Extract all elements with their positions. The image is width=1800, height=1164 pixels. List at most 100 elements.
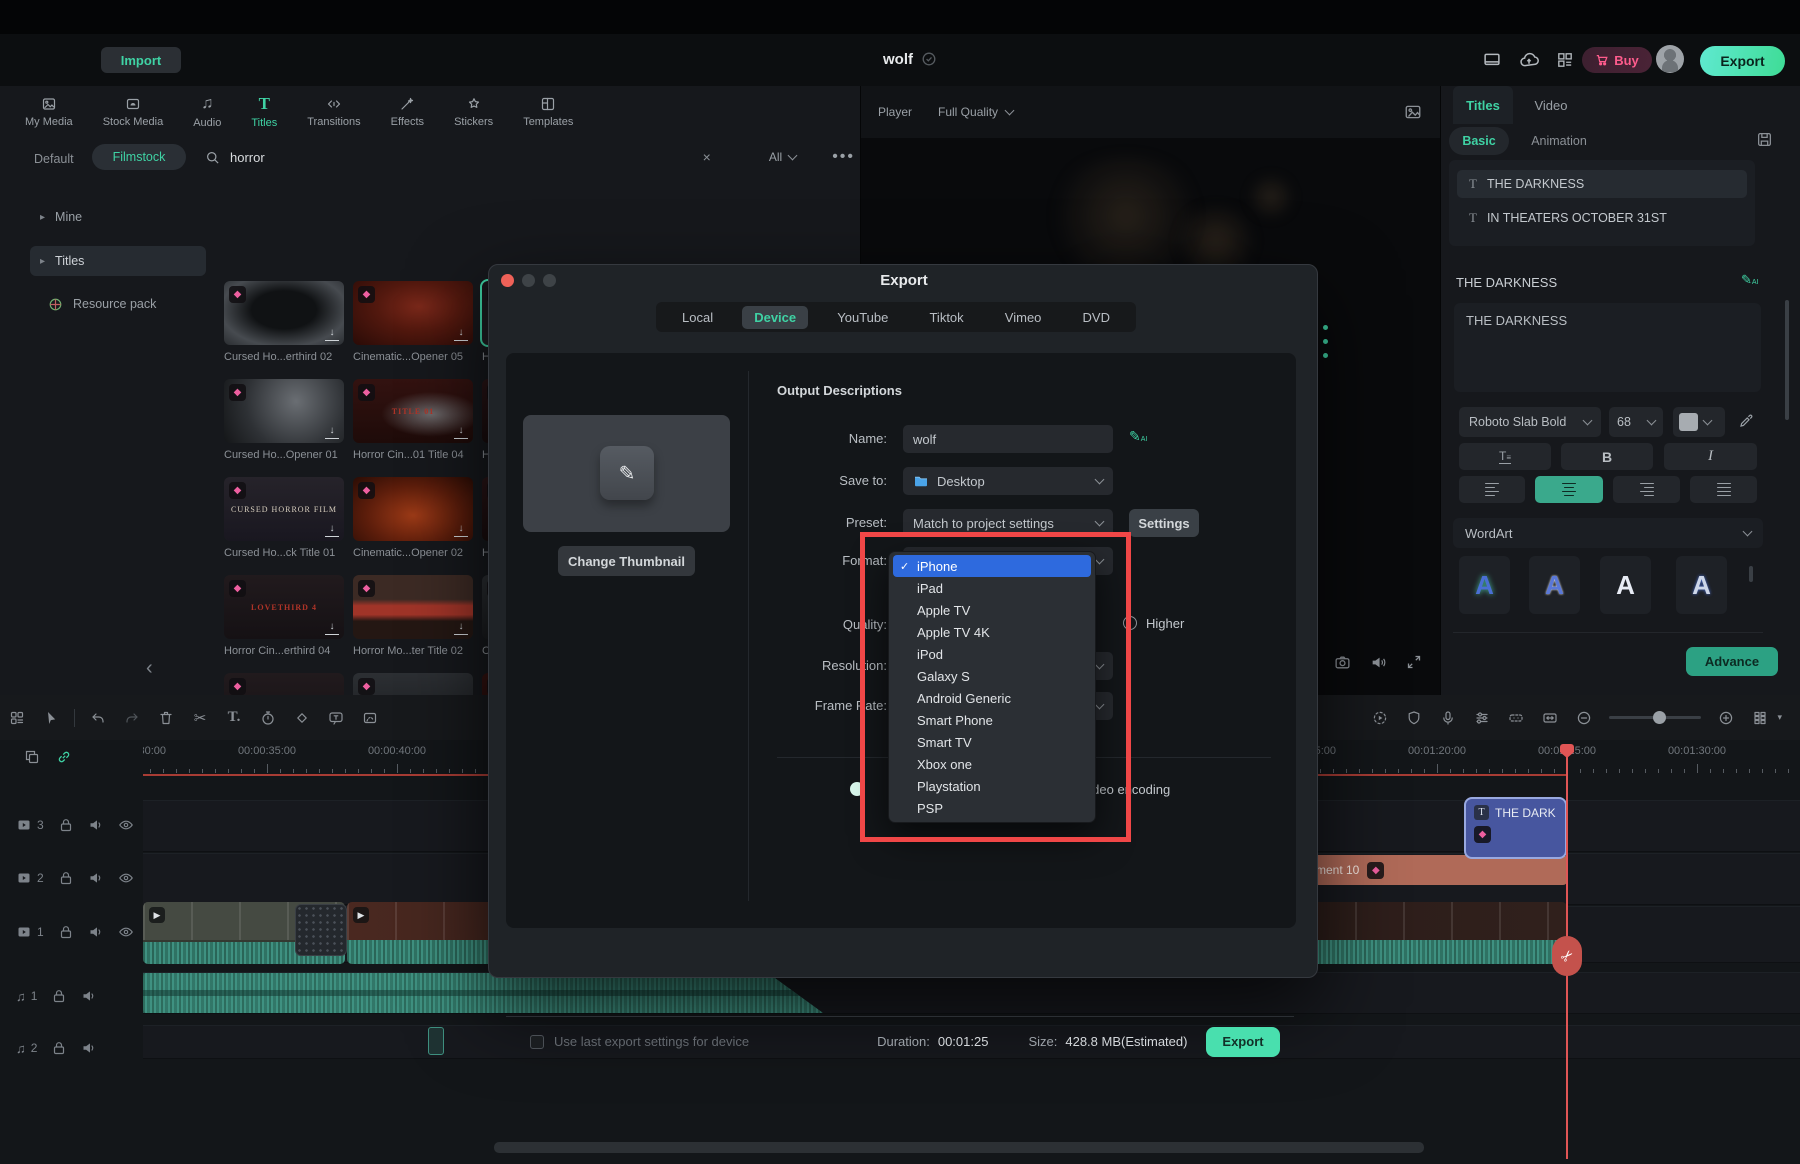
zoom-out-button[interactable]	[1567, 703, 1601, 733]
scissors-button[interactable]: ✂	[183, 703, 217, 733]
wordart-style-tile[interactable]: A	[1676, 556, 1727, 614]
title-transform-handle[interactable]	[1323, 339, 1328, 344]
text-tool-button[interactable]: T.	[217, 703, 251, 733]
media-thumbnail[interactable]: ◆ ↓	[224, 379, 344, 443]
download-icon[interactable]: ↓	[325, 327, 339, 341]
subtab-animation[interactable]: Animation	[1519, 127, 1599, 155]
export-tab-tiktok[interactable]: Tiktok	[917, 306, 975, 329]
timer-button[interactable]	[251, 703, 285, 733]
wordart-scrollbar[interactable]	[1749, 566, 1753, 582]
download-icon[interactable]: ↓	[454, 621, 468, 635]
title-transform-handle[interactable]	[1323, 353, 1328, 358]
audio-track-2-header[interactable]: ♫2	[0, 1028, 143, 1068]
change-thumbnail-button[interactable]: Change Thumbnail	[558, 546, 695, 576]
download-icon[interactable]: ↓	[325, 425, 339, 439]
media-thumbnail[interactable]: CURSED HORROR FILM ◆ ↓	[224, 477, 344, 541]
right-panel-scrollbar[interactable]	[1785, 300, 1789, 420]
transition-clip[interactable]	[295, 904, 347, 956]
camera-snapshot-icon[interactable]	[1334, 654, 1351, 671]
fullscreen-icon[interactable]	[1406, 654, 1422, 670]
zoom-slider-handle[interactable]	[1653, 711, 1666, 724]
text-spacing-button[interactable]: T≡	[1459, 443, 1551, 470]
text-callout-button[interactable]	[319, 703, 353, 733]
caret-down-icon[interactable]: ▾	[1777, 712, 1782, 723]
export-tab-device[interactable]: Device	[742, 306, 808, 329]
buy-button[interactable]: Buy	[1582, 47, 1652, 73]
audio-mixer-button[interactable]	[1465, 703, 1499, 733]
media-thumbnail[interactable]: ◆ ↓	[353, 477, 473, 541]
shield-button[interactable]	[1397, 703, 1431, 733]
zoom-in-button[interactable]	[1709, 703, 1743, 733]
audio-track-1-header[interactable]: ♫1	[0, 976, 143, 1016]
font-color-dropdown[interactable]	[1673, 407, 1725, 437]
save-to-dropdown[interactable]: Desktop	[903, 467, 1113, 495]
media-thumbnail[interactable]: LOVETHIRD 4 ◆ ↓	[224, 575, 344, 639]
video-track-1-header[interactable]: 1	[0, 912, 143, 952]
tab-titles[interactable]: Titles	[1453, 86, 1513, 124]
keyframe-button[interactable]	[285, 703, 319, 733]
apps-grid-icon[interactable]	[1553, 44, 1577, 76]
trash-button[interactable]	[149, 703, 183, 733]
wordart-header[interactable]: WordArt	[1453, 518, 1763, 548]
mic-button[interactable]	[1431, 703, 1465, 733]
export-tab-vimeo[interactable]: Vimeo	[993, 306, 1054, 329]
track-manager-button[interactable]	[1743, 703, 1777, 733]
split-scissors-badge[interactable]: ✂	[1552, 936, 1582, 976]
wordart-style-tile[interactable]: A	[1459, 556, 1510, 614]
video-track-2-header[interactable]: 2	[0, 858, 143, 898]
export-tab-youtube[interactable]: YouTube	[825, 306, 900, 329]
font-size-dropdown[interactable]: 68	[1609, 407, 1663, 437]
cloud-upload-icon[interactable]	[1517, 44, 1541, 76]
align-center-button[interactable]	[1535, 476, 1603, 503]
title-preset-row[interactable]: T IN THEATERS OCTOBER 31ST	[1457, 204, 1747, 232]
snapshot-image-icon[interactable]	[1404, 103, 1422, 121]
font-family-dropdown[interactable]: Roboto Slab Bold	[1459, 407, 1601, 437]
media-thumbnail[interactable]: TITLE 01 ◆ ↓	[353, 379, 473, 443]
download-icon[interactable]: ↓	[325, 523, 339, 537]
title-clip[interactable]: T THE DARK ◆	[1464, 797, 1567, 859]
ai-name-icon[interactable]: ✎AI	[1129, 428, 1147, 445]
name-input[interactable]: wolf	[903, 425, 1113, 453]
video-track-3-header[interactable]: 3	[0, 805, 143, 845]
align-right-button[interactable]	[1613, 476, 1680, 503]
render-preview-button[interactable]	[1363, 703, 1397, 733]
use-last-settings-checkbox[interactable]	[530, 1035, 544, 1049]
justify-button[interactable]	[1690, 476, 1757, 503]
wordart-style-tile[interactable]: A	[1600, 556, 1651, 614]
title-transform-handle[interactable]	[1323, 325, 1328, 330]
bold-button[interactable]: B	[1561, 443, 1653, 470]
export-tab-local[interactable]: Local	[670, 306, 725, 329]
title-preset-row[interactable]: T THE DARKNESS	[1457, 170, 1747, 198]
save-preset-icon[interactable]	[1756, 131, 1773, 148]
download-icon[interactable]: ↓	[454, 523, 468, 537]
media-thumbnail[interactable]: ◆ ↓	[353, 575, 473, 639]
advance-button[interactable]: Advance	[1686, 647, 1778, 676]
download-icon[interactable]: ↓	[454, 425, 468, 439]
audio-clip[interactable]	[143, 973, 823, 1013]
ai-edit-icon[interactable]: ✎AI	[1741, 272, 1759, 288]
fit-timeline-button[interactable]	[1533, 703, 1567, 733]
media-thumbnail[interactable]: ◆ ↓	[353, 281, 473, 345]
beat-detect-button[interactable]	[1499, 703, 1533, 733]
audio-clip-start[interactable]	[428, 1027, 444, 1055]
export-confirm-button[interactable]: Export	[1206, 1027, 1280, 1057]
zoom-slider[interactable]	[1609, 716, 1701, 719]
settings-button[interactable]: Settings	[1129, 509, 1199, 537]
export-button-top[interactable]: Export	[1700, 46, 1785, 76]
timeline-hscrollbar[interactable]	[494, 1142, 1424, 1153]
eyedropper-icon[interactable]	[1738, 413, 1754, 429]
quality-dropdown[interactable]: Full Quality	[938, 105, 1013, 119]
title-text-input[interactable]: THE DARKNESS	[1454, 303, 1761, 392]
media-thumbnail[interactable]: ◆ ↓	[224, 281, 344, 345]
speaker-icon[interactable]	[1370, 654, 1387, 671]
edit-thumbnail-button[interactable]: ✎	[600, 446, 654, 500]
download-icon[interactable]: ↓	[454, 327, 468, 341]
avatar[interactable]	[1656, 45, 1684, 73]
export-tab-dvd[interactable]: DVD	[1071, 306, 1122, 329]
motion-track-button[interactable]	[353, 703, 387, 733]
subtab-basic[interactable]: Basic	[1449, 127, 1509, 155]
wordart-style-tile[interactable]: A	[1529, 556, 1580, 614]
tab-video[interactable]: Video	[1521, 86, 1581, 124]
download-icon[interactable]: ↓	[325, 621, 339, 635]
align-left-button[interactable]	[1459, 476, 1525, 503]
